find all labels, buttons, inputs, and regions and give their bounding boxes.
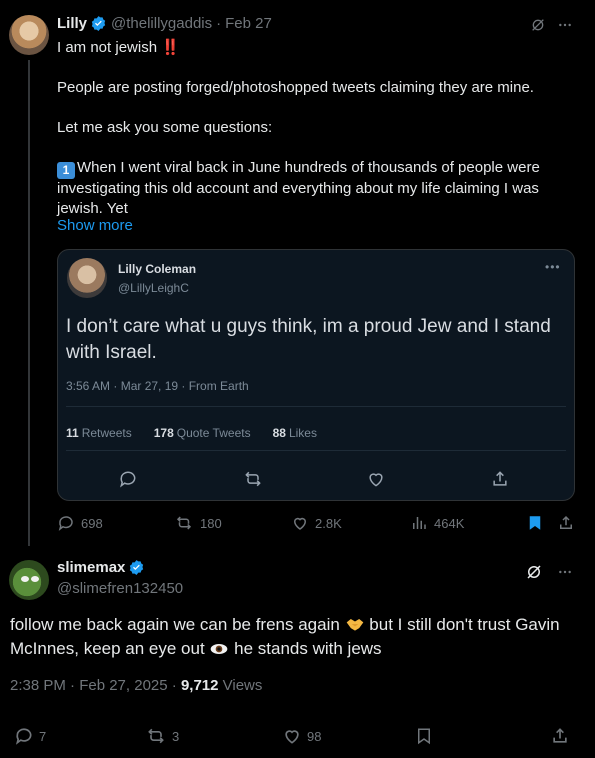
divider — [66, 406, 566, 407]
tweet-text: I am not jewish ‼️ People are posting fo… — [57, 38, 577, 219]
share-icon — [550, 726, 575, 746]
double-exclamation-emoji: ‼️ — [161, 39, 180, 56]
view-count: 9,712 — [180, 677, 219, 694]
quoted-reply-icon — [118, 469, 138, 489]
author-handle[interactable]: @thelillygaddis — [111, 15, 212, 32]
share-button[interactable] — [550, 726, 575, 746]
quoted-text: I don’t care what u guys think, im a pro… — [66, 316, 551, 363]
like-count: 98 — [307, 728, 322, 744]
author-handle[interactable]: @slimefren132450 — [57, 580, 183, 597]
repost-icon — [145, 726, 172, 746]
quoted-share-icon — [490, 469, 510, 489]
show-more-link[interactable]: Show more — [57, 217, 133, 234]
quoted-retweet-icon — [243, 469, 263, 489]
like-icon — [291, 514, 315, 532]
reply-button[interactable]: 7 — [14, 726, 46, 746]
share-icon — [557, 514, 581, 532]
bookmark-button[interactable] — [526, 514, 550, 532]
quoted-meta: 3:56 AM · Mar 27, 19 · From Earth — [66, 379, 249, 393]
grok-icon[interactable] — [525, 563, 543, 581]
author-name-row: slimemax — [57, 559, 149, 576]
like-button[interactable]: 98 — [282, 726, 321, 746]
quoted-quotes: 178 Quote Tweets — [153, 426, 251, 440]
reply-button[interactable]: 698 — [57, 514, 103, 532]
views-icon — [410, 514, 434, 532]
reply-count: 698 — [81, 515, 103, 531]
keycap-one-emoji: 1 — [57, 162, 75, 179]
thread-line — [28, 60, 30, 546]
like-count: 2.8K — [315, 515, 342, 531]
quoted-likes: 88 Likes — [272, 426, 317, 440]
tweet-header: Lilly @thelillygaddis · Feb 27 — [57, 15, 272, 32]
more-icon[interactable] — [557, 564, 573, 580]
tweet-line: When I went viral back in June hundreds … — [57, 159, 540, 217]
repost-count: 180 — [200, 515, 222, 531]
tweet-text: follow me back again we can be frens aga… — [10, 615, 560, 658]
avatar[interactable] — [9, 15, 49, 55]
bookmark-icon — [415, 726, 438, 746]
share-button[interactable] — [557, 514, 581, 532]
verified-icon — [90, 15, 107, 32]
author-name[interactable]: Lilly — [57, 15, 87, 32]
author-name[interactable]: slimemax — [57, 559, 125, 576]
bookmark-icon — [526, 514, 550, 532]
tweet-line: People are posting forged/photoshopped t… — [57, 79, 534, 96]
tweet-lilly[interactable]: Lilly @thelillygaddis · Feb 27 I am not … — [0, 0, 595, 546]
tweet-line: Let me ask you some questions: — [57, 119, 273, 136]
like-icon — [282, 726, 307, 746]
tweet-line: I am not jewish — [57, 39, 158, 56]
separator-dot: · — [216, 15, 222, 32]
avatar[interactable] — [9, 560, 49, 600]
eye-emoji — [209, 641, 229, 657]
tweet-meta: 2:38 PM · Feb 27, 2025 · 9,712 Views — [10, 677, 262, 694]
views-label: Views — [218, 677, 263, 694]
repost-button[interactable]: 3 — [145, 726, 179, 746]
bookmark-button[interactable] — [415, 726, 438, 746]
reply-icon — [57, 514, 81, 532]
quoted-author-name: Lilly Coleman — [118, 262, 197, 276]
tweet-slimemax[interactable]: slimemax @slimefren132450 follow me back… — [0, 546, 595, 758]
like-button[interactable]: 2.8K — [291, 514, 342, 532]
repost-button[interactable]: 180 — [174, 514, 222, 532]
grok-icon[interactable] — [530, 17, 546, 33]
views-count: 464K — [434, 515, 465, 531]
divider — [66, 450, 566, 451]
views-button[interactable]: 464K — [410, 514, 464, 532]
reply-count: 7 — [39, 728, 47, 744]
quoted-more-icon: ••• — [545, 260, 561, 274]
quoted-stats: 11 Retweets 178 Quote Tweets 88 Likes — [66, 426, 317, 440]
reply-icon — [14, 726, 39, 746]
tweet-date[interactable]: Feb 27 — [225, 15, 272, 32]
more-icon[interactable] — [557, 17, 573, 33]
handshake-emoji — [345, 615, 365, 633]
quoted-author-handle: @LillyLeighC — [118, 281, 189, 295]
quoted-retweets: 11 Retweets — [66, 426, 132, 440]
quoted-avatar — [67, 258, 107, 298]
repost-icon — [174, 514, 200, 532]
repost-count: 3 — [172, 728, 180, 744]
quoted-like-icon — [366, 469, 386, 489]
tweet-time[interactable]: 2:38 PM · Feb 27, 2025 · — [10, 677, 181, 694]
tweet-image[interactable]: Lilly Coleman @LillyLeighC ••• I don’t c… — [57, 249, 575, 501]
verified-icon — [128, 559, 145, 576]
